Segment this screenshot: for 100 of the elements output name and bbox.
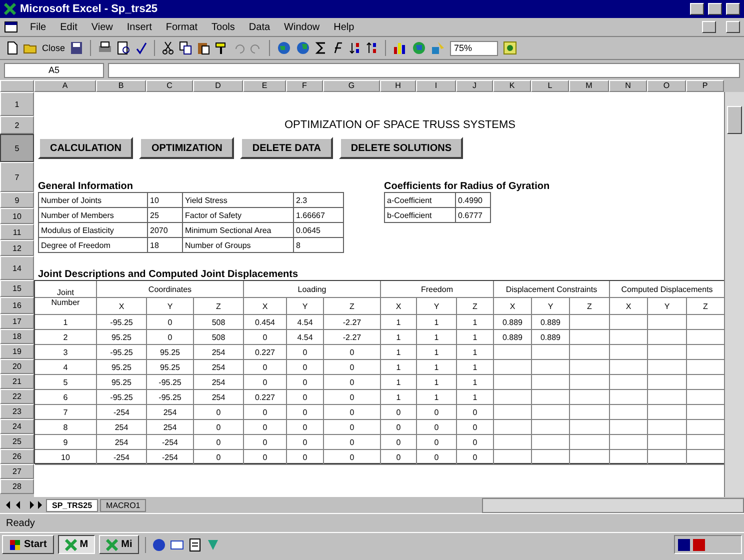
row-header[interactable]: 24 (0, 419, 34, 434)
menu-item[interactable]: Insert (124, 22, 154, 32)
minimize-button[interactable] (702, 21, 716, 33)
spelling-icon[interactable] (135, 41, 148, 55)
row-header[interactable]: 25 (0, 434, 34, 449)
row-header[interactable]: 23 (0, 404, 34, 419)
copy-icon[interactable] (179, 41, 192, 55)
column-header[interactable]: J (456, 80, 493, 92)
tab-scroll-arrows-icon[interactable] (4, 499, 44, 511)
menu-item[interactable]: File (28, 22, 48, 32)
row-header[interactable]: 18 (0, 329, 34, 344)
menu-item[interactable]: Tools (210, 22, 237, 32)
menu-item[interactable]: Format (164, 22, 200, 32)
name-box[interactable]: A5 (4, 62, 104, 78)
taskbar-button[interactable]: M (58, 535, 96, 554)
sum-icon[interactable] (315, 41, 328, 55)
row-header[interactable]: 7 (0, 162, 34, 192)
tray-icon[interactable] (693, 538, 705, 550)
close-text[interactable]: Close (42, 43, 66, 53)
table-cell (648, 375, 687, 390)
scroll-thumb[interactable] (727, 106, 742, 134)
menu-item[interactable]: Edit (58, 22, 80, 32)
globe-icon[interactable] (296, 41, 310, 55)
start-button[interactable]: Start (2, 535, 54, 554)
chart-icon[interactable] (393, 41, 408, 55)
print-icon[interactable] (98, 41, 112, 55)
vertical-scrollbar[interactable] (724, 92, 744, 497)
column-header[interactable]: F (286, 80, 323, 92)
column-header[interactable]: B (96, 80, 146, 92)
mail-icon[interactable] (170, 538, 184, 552)
row-header[interactable]: 9 (0, 192, 34, 208)
notepad-icon[interactable] (188, 538, 202, 552)
close-button[interactable] (726, 3, 740, 15)
row-header[interactable]: 15 (0, 280, 34, 297)
restore-button[interactable] (726, 21, 740, 33)
column-header[interactable]: D (193, 80, 243, 92)
row-header[interactable]: 21 (0, 374, 34, 389)
table-cell: 0 (324, 345, 381, 360)
row-header[interactable]: 12 (0, 240, 34, 256)
print-preview-icon[interactable] (117, 41, 130, 55)
table-cell: 0.0645 (294, 222, 344, 238)
column-header[interactable]: K (493, 80, 531, 92)
column-header[interactable]: C (146, 80, 193, 92)
column-header[interactable]: E (243, 80, 286, 92)
row-header[interactable]: 27 (0, 464, 34, 479)
sheet-tab[interactable]: MACRO1 (100, 498, 146, 512)
macro-button[interactable]: OPTIMIZATION (139, 137, 234, 159)
row-header[interactable]: 26 (0, 449, 34, 464)
menu-item[interactable]: Data (246, 22, 272, 32)
row-header[interactable]: 17 (0, 314, 34, 329)
row-header[interactable]: 10 (0, 208, 34, 224)
column-header[interactable]: G (323, 80, 380, 92)
browser-icon[interactable] (152, 538, 166, 552)
column-header[interactable]: N (609, 80, 647, 92)
horizontal-scrollbar[interactable] (482, 498, 744, 512)
app-icon (106, 538, 118, 550)
taskbar-button[interactable]: Mi (99, 535, 140, 554)
row-header[interactable]: 14 (0, 256, 34, 280)
macro-button[interactable]: DELETE SOLUTIONS (338, 137, 464, 159)
select-all-corner[interactable] (0, 80, 34, 92)
column-header[interactable]: A (34, 80, 96, 92)
macro-button[interactable]: CALCULATION (38, 137, 134, 159)
function-icon[interactable] (332, 41, 344, 55)
sort-descending-icon[interactable] (366, 41, 378, 55)
format-painter-icon[interactable] (215, 41, 228, 55)
row-header[interactable]: 1 (0, 92, 34, 116)
save-icon[interactable] (70, 41, 84, 55)
row-header[interactable]: 19 (0, 344, 34, 359)
sort-ascending-icon[interactable] (349, 41, 362, 55)
row-header[interactable]: 22 (0, 389, 34, 404)
row-header[interactable]: 2 (0, 116, 34, 134)
macro-button[interactable]: DELETE DATA (240, 137, 333, 159)
new-file-icon[interactable] (6, 41, 18, 55)
column-header[interactable]: L (531, 80, 569, 92)
row-header[interactable]: 11 (0, 224, 34, 240)
cut-icon[interactable] (162, 41, 174, 55)
tray-icon[interactable] (678, 538, 690, 550)
minimize-button[interactable] (690, 3, 704, 15)
column-header[interactable]: M (569, 80, 609, 92)
maximize-button[interactable] (708, 3, 722, 15)
column-header[interactable]: O (647, 80, 686, 92)
formula-field[interactable] (108, 62, 740, 78)
table-cell (494, 435, 532, 450)
row-header[interactable]: 20 (0, 359, 34, 374)
column-header[interactable]: H (380, 80, 416, 92)
globe-icon[interactable] (277, 41, 292, 55)
zoom-field[interactable]: 75% (450, 40, 498, 56)
column-header[interactable]: P (686, 80, 724, 92)
row-header[interactable]: 28 (0, 479, 34, 494)
help-icon[interactable] (503, 41, 518, 55)
column-header[interactable]: I (416, 80, 456, 92)
paste-icon[interactable] (197, 41, 210, 55)
row-header[interactable]: 5 (0, 134, 34, 162)
menu-item[interactable]: View (89, 22, 115, 32)
sheet-tab[interactable]: SP_TRS25 (46, 498, 98, 512)
workbook-icon[interactable] (4, 21, 18, 33)
row-header[interactable]: 16 (0, 297, 34, 314)
menu-item[interactable]: Window (282, 22, 322, 32)
menu-item[interactable]: Help (332, 22, 356, 32)
map-icon[interactable] (412, 41, 426, 55)
